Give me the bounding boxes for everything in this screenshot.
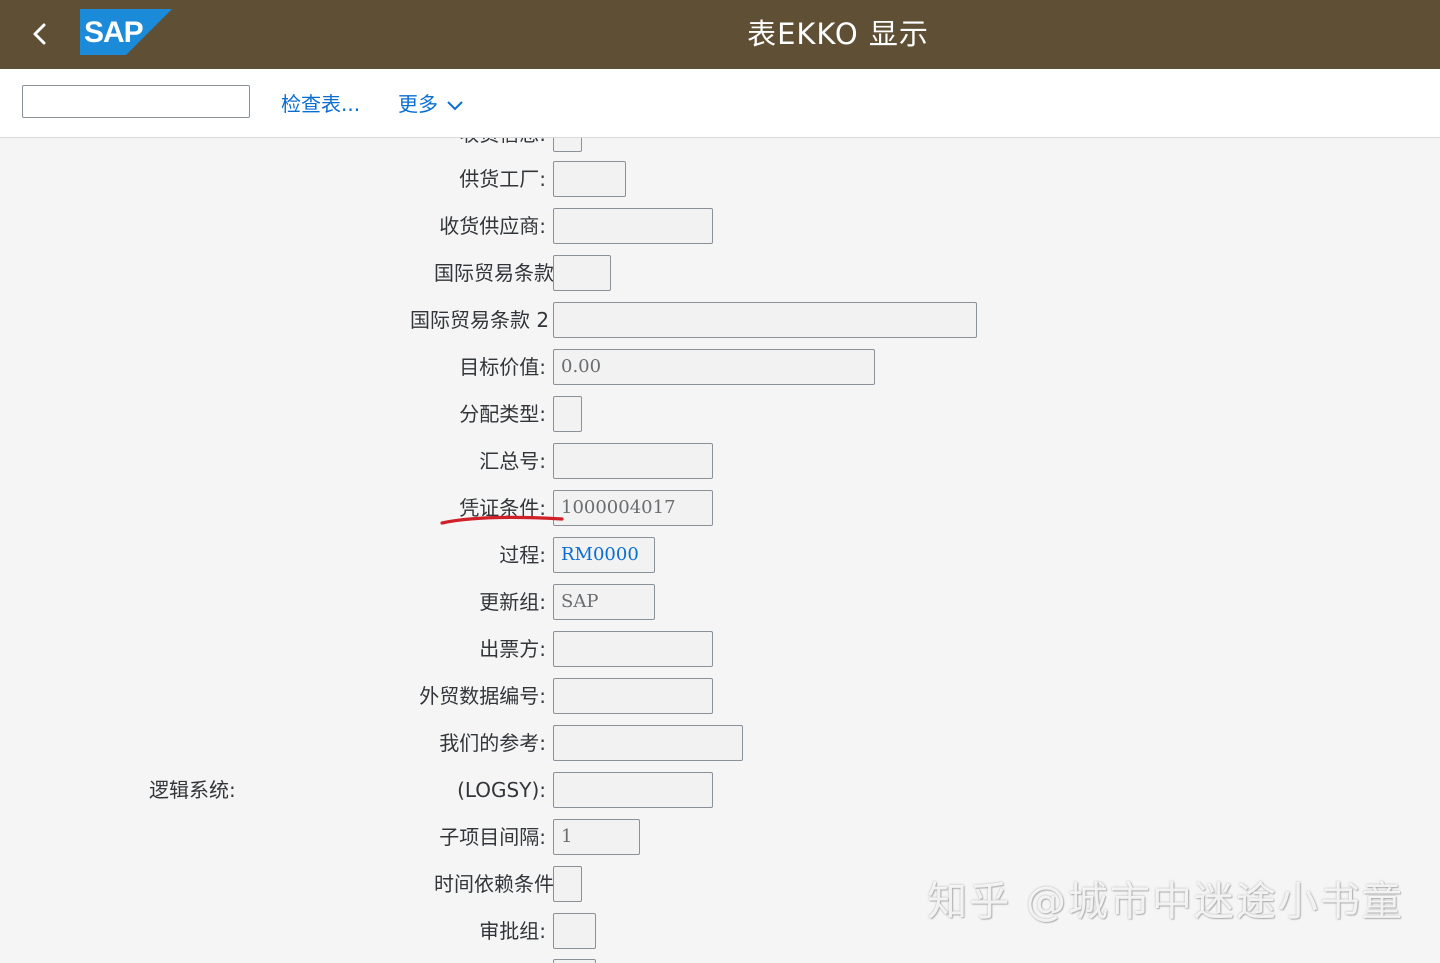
form-row: 供货工厂: (0, 161, 1440, 197)
form-row: 目标价值: 0.00 (0, 349, 1440, 385)
field-input-link[interactable]: RM0000 (553, 537, 655, 573)
field-input[interactable]: 1 (553, 819, 640, 855)
field-input[interactable] (553, 678, 713, 714)
form-row: 分配类型: (0, 396, 1440, 432)
form-row: 汇总号: (0, 443, 1440, 479)
form-row: 更新组: SAP (0, 584, 1440, 620)
field-input[interactable] (553, 255, 611, 291)
field-label: 国际贸易条款 (434, 261, 554, 285)
form-row: 我们的参考: (0, 725, 1440, 761)
field-input[interactable] (553, 725, 743, 761)
shell-bar: SAP 表EKKO 显示 (0, 0, 1440, 69)
field-label: 国际贸易条款 2 (410, 308, 550, 332)
form-row: 外贸数据编号: (0, 678, 1440, 714)
field-input[interactable] (553, 772, 713, 808)
field-label: 审批组: (479, 919, 546, 943)
field-label: 我们的参考: (439, 731, 546, 755)
field-label: 过程: (499, 543, 546, 567)
field-input[interactable] (553, 138, 582, 152)
field-label: 汇总号: (479, 449, 546, 473)
field-label: 子项目间隔: (439, 825, 546, 849)
form-row: 子项目间隔: 1 (0, 819, 1440, 855)
form-row: 逻辑系统: (LOGSY): (0, 772, 1440, 808)
form-area: 收货信息: 供货工厂: 收货供应商: 国际贸易条款 国际贸易条款 2 目标价值:… (0, 138, 1440, 963)
toolbar: 检查表... 更多 (0, 69, 1440, 138)
form-row: 国际贸易条款 (0, 255, 1440, 291)
field-label: 出票方: (479, 637, 546, 661)
field-input[interactable] (553, 396, 582, 432)
field-label: (LOGSY): (457, 778, 546, 802)
form-row-partial (0, 959, 1440, 963)
field-label: 目标价值: (459, 355, 546, 379)
field-input[interactable] (553, 208, 713, 244)
field-input[interactable] (553, 631, 713, 667)
form-row: 收货供应商: (0, 208, 1440, 244)
form-row: 过程: RM0000 (0, 537, 1440, 573)
chevron-down-icon (447, 100, 463, 110)
field-label: 收货供应商: (439, 214, 546, 238)
field-label: 外贸数据编号: (419, 684, 546, 708)
check-table-button[interactable]: 检查表... (281, 89, 360, 119)
more-label: 更多 (398, 92, 438, 116)
field-input[interactable]: SAP (553, 584, 655, 620)
field-input[interactable]: 0.00 (553, 349, 875, 385)
more-button[interactable]: 更多 (398, 89, 464, 119)
field-label: 收货信息: (459, 138, 546, 152)
field-input[interactable] (553, 866, 582, 902)
watermark-text: 知乎 @城市中迷途小书童 (927, 879, 1404, 925)
side-label: 逻辑系统: (149, 778, 236, 802)
field-input[interactable] (553, 161, 626, 197)
field-input[interactable]: 1000004017 (553, 490, 713, 526)
form-row: 凭证条件: 1000004017 (0, 490, 1440, 526)
red-underline-annotation (440, 515, 564, 525)
page-title: 表EKKO 显示 (747, 17, 929, 51)
form-row: 国际贸易条款 2 (0, 302, 1440, 338)
form-row: 出票方: (0, 631, 1440, 667)
form-row: 收货信息: (0, 138, 1440, 152)
field-label: 时间依赖条件 (434, 872, 554, 896)
field-label: 更新组: (479, 590, 546, 614)
field-input[interactable] (553, 959, 596, 963)
field-input[interactable] (553, 302, 977, 338)
field-label: 分配类型: (459, 402, 546, 426)
field-input[interactable] (553, 443, 713, 479)
field-input[interactable] (553, 913, 596, 949)
command-field[interactable] (22, 85, 250, 118)
field-label: 供货工厂: (459, 167, 546, 191)
